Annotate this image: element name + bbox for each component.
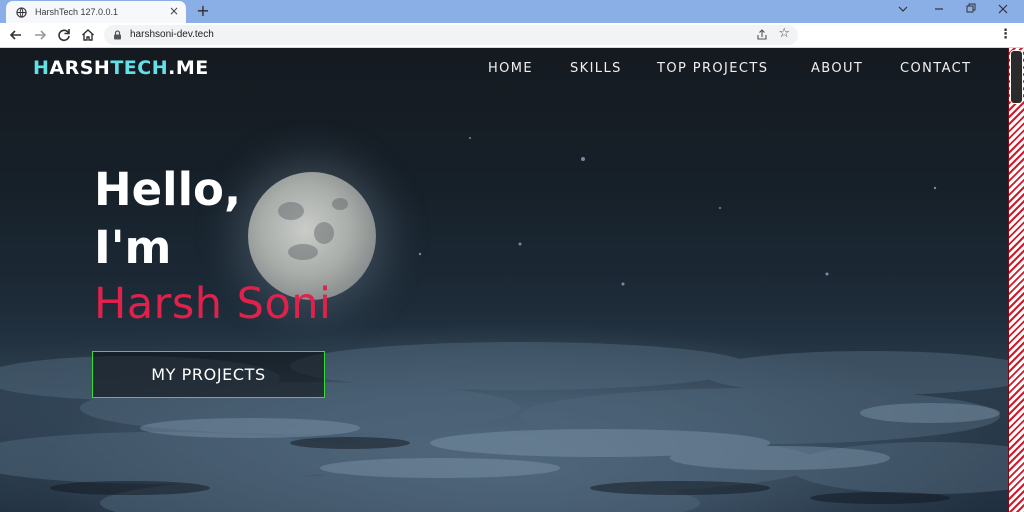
address-bar[interactable]: harshsoni-dev.tech ☆ bbox=[104, 25, 798, 45]
nav-skills[interactable]: SKILLS bbox=[570, 61, 622, 76]
browser-menu-icon[interactable]: ⋮ bbox=[999, 28, 1012, 42]
site-navbar: HARSHTECH.ME HOME SKILLS TOP PROJECTS AB… bbox=[0, 48, 1008, 92]
nav-about[interactable]: ABOUT bbox=[811, 61, 863, 76]
browser-tabstrip: HarshTech 127.0.0.1 × + bbox=[0, 0, 1024, 23]
tab-search-icon[interactable] bbox=[888, 2, 918, 20]
lock-icon[interactable] bbox=[113, 30, 122, 40]
page-scrollbar[interactable] bbox=[1008, 48, 1024, 512]
logo-part-me: .ME bbox=[168, 57, 209, 79]
browser-tab[interactable]: HarshTech 127.0.0.1 × bbox=[6, 1, 186, 23]
scrollbar-thumb[interactable] bbox=[1010, 50, 1023, 104]
reload-icon[interactable] bbox=[56, 27, 72, 43]
nav-contact[interactable]: CONTACT bbox=[900, 61, 971, 76]
site-logo[interactable]: HARSHTECH.ME bbox=[33, 57, 209, 79]
hero-intro: I'm bbox=[94, 221, 172, 274]
my-projects-button[interactable]: MY PROJECTS bbox=[92, 351, 325, 398]
nav-top-projects[interactable]: TOP PROJECTS bbox=[657, 61, 768, 76]
browser-toolbar: harshsoni-dev.tech ☆ bbox=[0, 23, 1024, 48]
new-tab-button[interactable]: + bbox=[196, 3, 210, 19]
page-viewport: HARSHTECH.ME HOME SKILLS TOP PROJECTS AB… bbox=[0, 48, 1008, 512]
logo-part-arsh: ARSH bbox=[49, 57, 111, 79]
url-text[interactable]: harshsoni-dev.tech bbox=[130, 29, 214, 40]
hero-name: Harsh Soni bbox=[94, 279, 332, 329]
logo-part-tech: TECH bbox=[110, 57, 169, 79]
bookmark-star-icon[interactable]: ☆ bbox=[778, 26, 790, 42]
home-icon[interactable] bbox=[80, 27, 96, 43]
globe-icon bbox=[16, 6, 27, 18]
minimize-icon[interactable] bbox=[924, 2, 954, 20]
hero-greeting: Hello, bbox=[94, 163, 242, 216]
logo-part-h: H bbox=[33, 57, 50, 79]
close-tab-icon[interactable]: × bbox=[169, 5, 179, 17]
nav-home[interactable]: HOME bbox=[488, 61, 533, 76]
close-window-icon[interactable] bbox=[988, 2, 1018, 20]
restore-icon[interactable] bbox=[956, 2, 986, 20]
forward-arrow-icon[interactable] bbox=[32, 27, 48, 43]
back-arrow-icon[interactable] bbox=[8, 27, 24, 43]
tab-title: HarshTech 127.0.0.1 bbox=[35, 7, 119, 17]
share-icon[interactable] bbox=[756, 29, 768, 41]
